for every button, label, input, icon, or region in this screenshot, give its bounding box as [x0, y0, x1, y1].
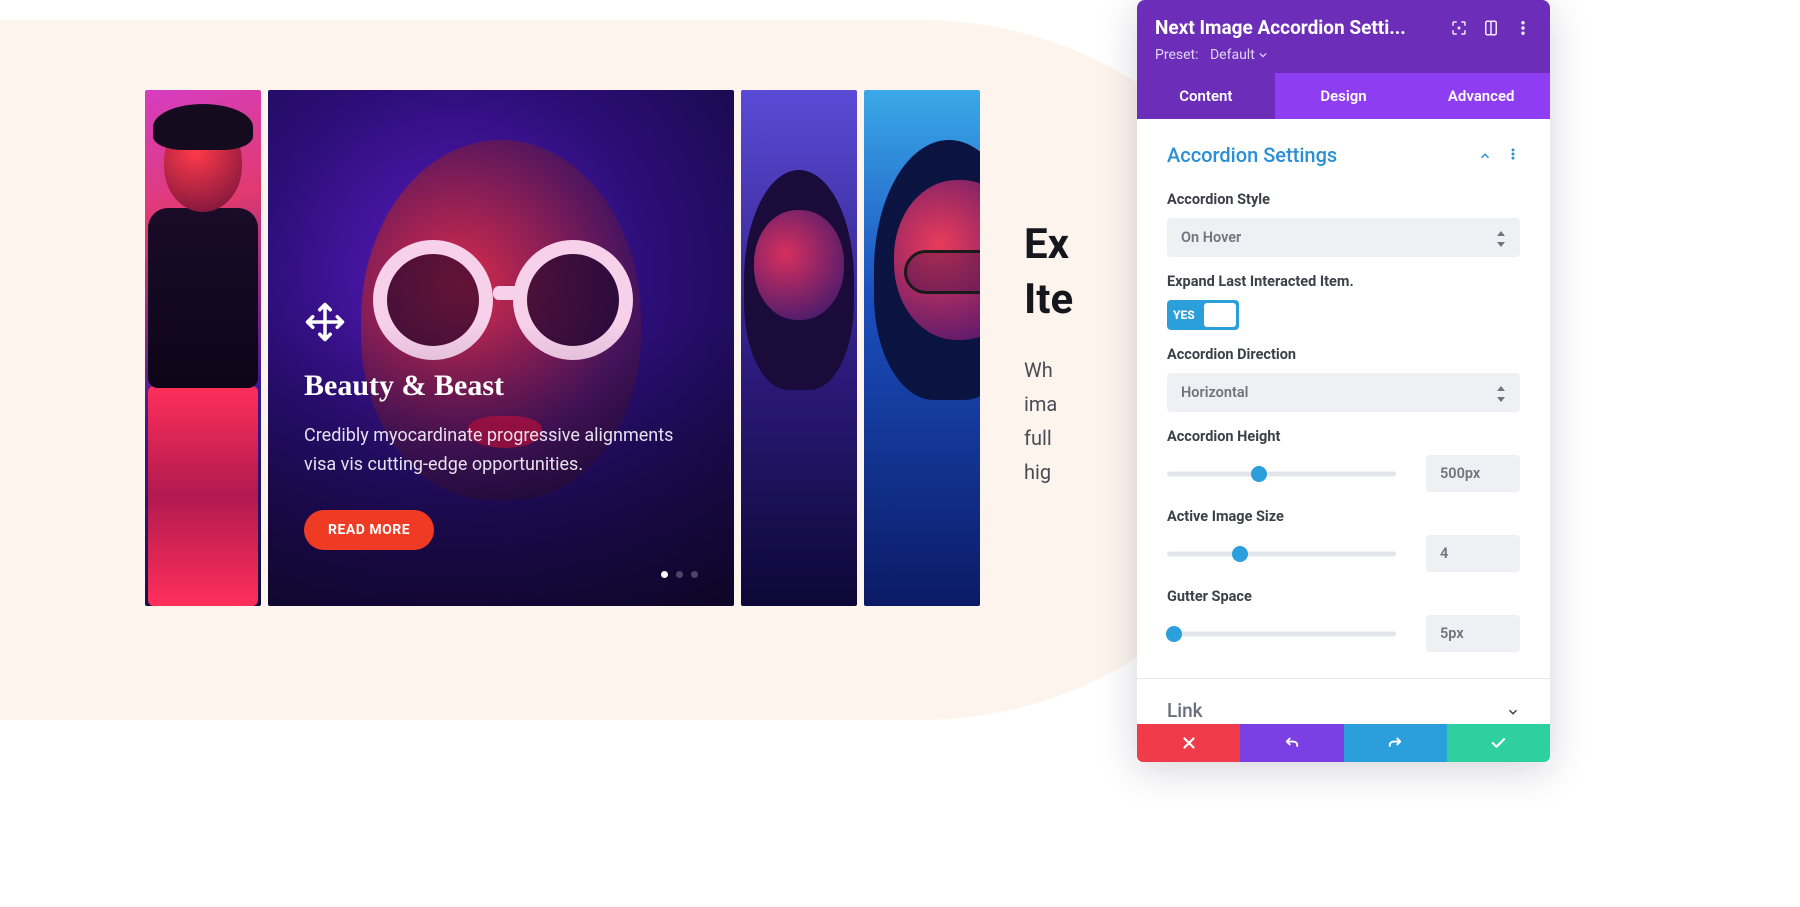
- save-button[interactable]: [1447, 724, 1550, 762]
- undo-button[interactable]: [1240, 724, 1343, 762]
- slider-active-size[interactable]: [1167, 544, 1396, 564]
- pagination-dots: [661, 571, 698, 578]
- panel-footer: [1137, 724, 1550, 762]
- chevron-up-icon: [1478, 148, 1492, 162]
- responsive-icon[interactable]: [1482, 19, 1500, 37]
- image-accordion-preview: Beauty & Beast Credibly myocardinate pro…: [145, 90, 980, 606]
- label-gutter: Gutter Space: [1167, 588, 1520, 605]
- panel-body[interactable]: Accordion Settings Accordion Style On Ho…: [1137, 119, 1550, 724]
- tab-advanced[interactable]: Advanced: [1412, 73, 1550, 119]
- kebab-menu-icon[interactable]: [1506, 146, 1520, 165]
- pane-description: Credibly myocardinate progressive alignm…: [304, 421, 698, 480]
- settings-tabs: Content Design Advanced: [1137, 73, 1550, 119]
- pane-title: Beauty & Beast: [304, 369, 698, 403]
- select-caret-icon: [1496, 231, 1506, 245]
- input-active-size[interactable]: 4: [1426, 535, 1520, 572]
- read-more-button[interactable]: READ MORE: [304, 510, 434, 550]
- chevron-down-icon: [1506, 704, 1520, 718]
- accordion-pane-4[interactable]: [864, 90, 980, 606]
- label-active-size: Active Image Size: [1167, 508, 1520, 525]
- section-link[interactable]: Link: [1137, 678, 1550, 724]
- pane-image: [145, 90, 261, 606]
- input-height[interactable]: 500px: [1426, 455, 1520, 492]
- slider-height[interactable]: [1167, 464, 1396, 484]
- pane-image: [864, 90, 980, 606]
- select-accordion-style[interactable]: On Hover: [1167, 218, 1520, 257]
- toggle-expand-last[interactable]: YES: [1167, 300, 1239, 330]
- section-accordion-settings[interactable]: Accordion Settings: [1137, 119, 1550, 181]
- accordion-pane-1[interactable]: [145, 90, 261, 606]
- pane-image: [741, 90, 857, 606]
- label-height: Accordion Height: [1167, 428, 1520, 445]
- panel-header[interactable]: Next Image Accordion Setti... Preset: De…: [1137, 0, 1550, 73]
- focus-icon[interactable]: [1450, 19, 1468, 37]
- redo-button[interactable]: [1344, 724, 1447, 762]
- label-direction: Accordion Direction: [1167, 346, 1520, 363]
- section-body: Accordion Style On Hover Expand Last Int…: [1137, 181, 1550, 678]
- select-caret-icon: [1496, 386, 1506, 400]
- tab-content[interactable]: Content: [1137, 73, 1275, 119]
- accordion-pane-3[interactable]: [741, 90, 857, 606]
- accordion-pane-2-active[interactable]: Beauty & Beast Credibly myocardinate pro…: [268, 90, 734, 606]
- module-settings-panel: Next Image Accordion Setti... Preset: De…: [1137, 0, 1550, 762]
- dot[interactable]: [676, 571, 683, 578]
- input-gutter[interactable]: 5px: [1426, 615, 1520, 652]
- slider-gutter[interactable]: [1167, 624, 1396, 644]
- pane-overlay: Beauty & Beast Credibly myocardinate pro…: [268, 90, 734, 606]
- dot[interactable]: [661, 571, 668, 578]
- kebab-menu-icon[interactable]: [1514, 19, 1532, 37]
- label-expand-last: Expand Last Interacted Item.: [1167, 273, 1520, 290]
- cancel-button[interactable]: [1137, 724, 1240, 762]
- move-icon: [304, 301, 698, 347]
- tab-design[interactable]: Design: [1275, 73, 1413, 119]
- label-accordion-style: Accordion Style: [1167, 191, 1520, 208]
- preset-selector[interactable]: Preset: Default: [1155, 47, 1532, 63]
- dot[interactable]: [691, 571, 698, 578]
- panel-title: Next Image Accordion Setti...: [1155, 16, 1436, 39]
- select-direction[interactable]: Horizontal: [1167, 373, 1520, 412]
